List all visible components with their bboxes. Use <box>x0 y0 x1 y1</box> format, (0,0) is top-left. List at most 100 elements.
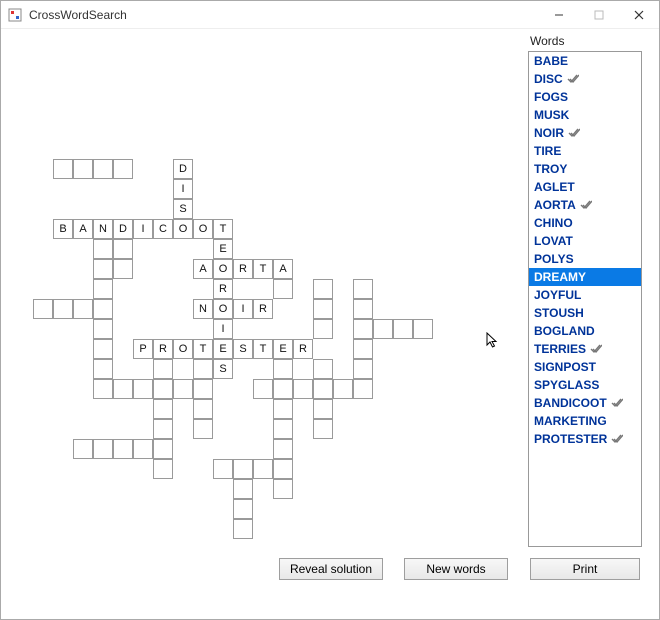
word-item[interactable]: DISC <box>529 70 641 88</box>
grid-cell[interactable]: I <box>233 299 253 319</box>
word-item[interactable]: CHINO <box>529 214 641 232</box>
grid-cell[interactable] <box>273 279 293 299</box>
grid-cell[interactable] <box>273 359 293 379</box>
grid-cell[interactable] <box>93 299 113 319</box>
word-item[interactable]: BOGLAND <box>529 322 641 340</box>
grid-cell[interactable] <box>113 259 133 279</box>
grid-cell[interactable] <box>53 159 73 179</box>
grid-cell[interactable] <box>193 419 213 439</box>
words-list[interactable]: BABEDISCFOGSMUSKNOIRTIRETROYAGLETAORTACH… <box>528 51 642 547</box>
grid-cell[interactable] <box>413 319 433 339</box>
grid-cell[interactable] <box>353 319 373 339</box>
word-item[interactable]: TERRIES <box>529 340 641 358</box>
grid-cell[interactable] <box>273 459 293 479</box>
grid-cell[interactable] <box>353 339 373 359</box>
grid-cell[interactable]: S <box>173 199 193 219</box>
grid-cell[interactable] <box>253 459 273 479</box>
grid-cell[interactable] <box>273 439 293 459</box>
word-item[interactable]: BABE <box>529 52 641 70</box>
grid-cell[interactable]: E <box>213 239 233 259</box>
grid-cell[interactable]: I <box>213 319 233 339</box>
word-item[interactable]: TROY <box>529 160 641 178</box>
word-item[interactable]: JOYFUL <box>529 286 641 304</box>
grid-cell[interactable] <box>73 439 93 459</box>
grid-cell[interactable] <box>213 459 233 479</box>
new-words-button[interactable]: New words <box>404 558 508 580</box>
minimize-button[interactable] <box>539 1 579 28</box>
grid-cell[interactable] <box>273 399 293 419</box>
grid-cell[interactable] <box>93 359 113 379</box>
grid-cell[interactable] <box>313 299 333 319</box>
grid-cell[interactable] <box>93 279 113 299</box>
word-item[interactable]: BANDICOOT <box>529 394 641 412</box>
word-item[interactable]: PROTESTER <box>529 430 641 448</box>
grid-cell[interactable] <box>113 159 133 179</box>
grid-cell[interactable] <box>353 359 373 379</box>
grid-cell[interactable]: A <box>273 259 293 279</box>
grid-cell[interactable]: N <box>93 219 113 239</box>
word-item[interactable]: LOVAT <box>529 232 641 250</box>
grid-cell[interactable] <box>233 459 253 479</box>
word-item[interactable]: NOIR <box>529 124 641 142</box>
grid-cell[interactable]: R <box>213 279 233 299</box>
grid-cell[interactable] <box>193 359 213 379</box>
grid-cell[interactable] <box>233 519 253 539</box>
grid-cell[interactable]: A <box>193 259 213 279</box>
grid-cell[interactable] <box>353 299 373 319</box>
grid-cell[interactable]: S <box>233 339 253 359</box>
close-button[interactable] <box>619 1 659 28</box>
grid-cell[interactable]: D <box>173 159 193 179</box>
grid-cell[interactable] <box>273 379 293 399</box>
word-item[interactable]: AGLET <box>529 178 641 196</box>
grid-cell[interactable] <box>313 359 333 379</box>
word-item[interactable]: SIGNPOST <box>529 358 641 376</box>
grid-cell[interactable] <box>193 379 213 399</box>
grid-cell[interactable] <box>93 439 113 459</box>
grid-cell[interactable]: R <box>293 339 313 359</box>
grid-cell[interactable] <box>153 379 173 399</box>
grid-cell[interactable]: T <box>213 219 233 239</box>
word-item[interactable]: SPYGLASS <box>529 376 641 394</box>
grid-cell[interactable] <box>53 299 73 319</box>
grid-cell[interactable]: E <box>213 339 233 359</box>
grid-cell[interactable] <box>353 379 373 399</box>
reveal-solution-button[interactable]: Reveal solution <box>279 558 383 580</box>
word-item[interactable]: TIRE <box>529 142 641 160</box>
grid-cell[interactable]: T <box>193 339 213 359</box>
grid-cell[interactable]: O <box>213 299 233 319</box>
grid-cell[interactable]: O <box>193 219 213 239</box>
grid-cell[interactable] <box>153 419 173 439</box>
grid-cell[interactable] <box>273 479 293 499</box>
grid-cell[interactable] <box>93 339 113 359</box>
grid-cell[interactable]: T <box>253 259 273 279</box>
grid-cell[interactable] <box>313 399 333 419</box>
grid-cell[interactable]: I <box>173 179 193 199</box>
grid-cell[interactable] <box>93 379 113 399</box>
grid-cell[interactable]: S <box>213 359 233 379</box>
grid-cell[interactable] <box>313 279 333 299</box>
grid-cell[interactable] <box>133 379 153 399</box>
grid-cell[interactable] <box>153 399 173 419</box>
grid-cell[interactable] <box>353 279 373 299</box>
grid-cell[interactable] <box>313 379 333 399</box>
grid-cell[interactable] <box>293 379 313 399</box>
word-item[interactable]: STOUSH <box>529 304 641 322</box>
grid-cell[interactable] <box>173 379 193 399</box>
grid-cell[interactable] <box>93 239 113 259</box>
grid-cell[interactable]: O <box>213 259 233 279</box>
grid-cell[interactable]: C <box>153 219 173 239</box>
grid-cell[interactable] <box>153 359 173 379</box>
grid-cell[interactable] <box>113 239 133 259</box>
word-item[interactable]: FOGS <box>529 88 641 106</box>
word-item[interactable]: MUSK <box>529 106 641 124</box>
grid-cell[interactable]: A <box>73 219 93 239</box>
grid-cell[interactable] <box>333 379 353 399</box>
grid-cell[interactable]: E <box>273 339 293 359</box>
grid-cell[interactable] <box>313 419 333 439</box>
grid-cell[interactable] <box>393 319 413 339</box>
grid-cell[interactable]: O <box>173 219 193 239</box>
grid-cell[interactable] <box>133 439 153 459</box>
grid-cell[interactable] <box>73 299 93 319</box>
grid-cell[interactable] <box>93 159 113 179</box>
grid-cell[interactable] <box>113 379 133 399</box>
